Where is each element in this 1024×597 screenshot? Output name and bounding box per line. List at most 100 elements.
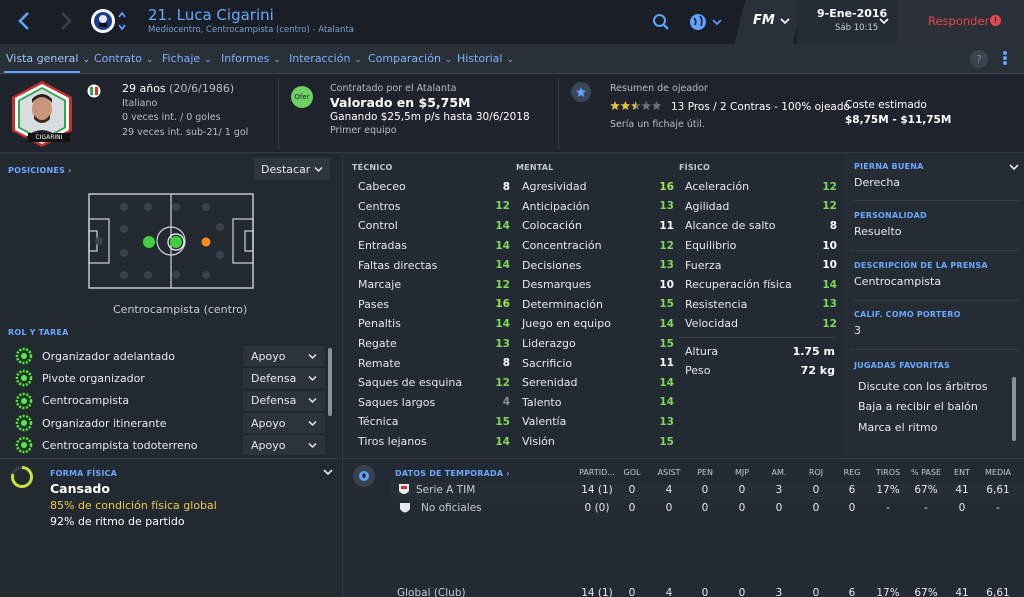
back-arrow-icon[interactable] [12, 8, 36, 34]
attribute-row[interactable]: Fuerza 10 [679, 255, 837, 275]
attribute-row[interactable]: Entradas 14 [352, 236, 510, 256]
role-row[interactable]: Pivote organizador Defensa [14, 367, 325, 389]
attribute-row[interactable]: Serenidad 14 [516, 373, 674, 393]
attribute-row[interactable]: Determinación 15 [516, 295, 674, 315]
attribute-row[interactable]: Equilibrio 10 [679, 236, 837, 256]
club-switch-chevron-icon[interactable] [117, 10, 127, 35]
tab-comparacion[interactable]: Comparación ⌄ [368, 52, 452, 65]
column-header[interactable]: ROJ [796, 468, 836, 477]
highlight-dropdown[interactable]: Destacar [254, 158, 330, 180]
column-header[interactable]: ASIST [649, 468, 689, 477]
attribute-row[interactable]: Agresividad 16 [516, 177, 674, 197]
attribute-row[interactable]: Visión 15 [516, 432, 674, 452]
attribute-name: Anticipación [522, 199, 590, 213]
attribute-row[interactable]: Liderazgo 15 [516, 334, 674, 354]
column-header[interactable]: GOL [612, 468, 652, 477]
tab-informes[interactable]: Informes ⌄ [221, 52, 281, 65]
attribute-row[interactable]: Técnica 15 [352, 412, 510, 432]
attribute-row[interactable]: Valentía 13 [516, 412, 674, 432]
divider [850, 300, 1020, 301]
search-icon[interactable] [649, 10, 673, 34]
fitness-title: FORMA FÍSICA [50, 469, 118, 478]
column-header[interactable]: MEDIA [978, 468, 1018, 477]
role-row[interactable]: Centrocampista Defensa [14, 390, 325, 412]
favourites-scrollbar[interactable] [1012, 377, 1016, 441]
role-duty-dropdown[interactable]: Apoyo [243, 346, 325, 367]
attribute-row[interactable]: Velocidad 12 [679, 314, 837, 334]
table-cell: 6 [848, 484, 856, 496]
column-header[interactable]: AM. [759, 468, 799, 477]
fm-menu-chevron-icon[interactable] [780, 15, 790, 28]
world-menu-icon[interactable] [688, 10, 726, 34]
attribute-row[interactable]: Colocación 11 [516, 216, 674, 236]
forward-arrow-icon[interactable] [54, 8, 78, 34]
divider [850, 250, 1020, 251]
weight-row: Peso 72 kg [685, 364, 835, 377]
attribute-row[interactable]: Remate 8 [352, 353, 510, 373]
attribute-name: Fuerza [685, 258, 722, 272]
tab-contrato[interactable]: Contrato ⌄ [94, 52, 154, 65]
attribute-row[interactable]: Decisiones 13 [516, 255, 674, 275]
column-header[interactable]: ENT [942, 468, 982, 477]
competition-name[interactable]: Serie A TIM [416, 484, 475, 496]
tab-interaccion[interactable]: Interacción ⌄ [289, 52, 362, 65]
attribute-name: Desmarques [522, 278, 592, 292]
tab-historial[interactable]: Historial ⌄ [457, 52, 514, 65]
column-header[interactable]: PEN [685, 468, 725, 477]
roles-scrollbar[interactable] [328, 348, 332, 416]
attribute-row[interactable]: Juego en equipo 14 [516, 314, 674, 334]
help-button[interactable]: ? [970, 50, 988, 68]
attribute-row[interactable]: Alcance de salto 8 [679, 216, 837, 236]
attribute-row[interactable]: Faltas directas 14 [352, 255, 510, 275]
attribute-row[interactable]: Marcaje 12 [352, 275, 510, 295]
column-header[interactable]: MJP [722, 468, 762, 477]
positions-title[interactable]: POSICIONES › [8, 166, 71, 175]
attribute-value: 14 [495, 259, 510, 272]
attribute-row[interactable]: Penaltis 14 [352, 314, 510, 334]
attribute-row[interactable]: Saques largos 4 [352, 393, 510, 413]
column-header[interactable]: REG [832, 468, 872, 477]
role-row[interactable]: Centrocampista todoterreno Apoyo [14, 434, 325, 456]
attribute-row[interactable]: Agilidad 12 [679, 197, 837, 217]
total-cell: 6 [848, 587, 856, 597]
attribute-row[interactable]: Sacrificio 11 [516, 353, 674, 373]
side-collapse-icon[interactable] [1009, 161, 1019, 174]
column-header[interactable]: TIROS [868, 468, 908, 477]
attribute-row[interactable]: Desmarques 10 [516, 275, 674, 295]
attribute-row[interactable]: Regate 13 [352, 334, 510, 354]
player-u21-caps: 29 veces int. sub-21/ 1 gol [122, 127, 249, 138]
tab-fichaje[interactable]: Fichaje ⌄ [162, 52, 212, 65]
competition-name[interactable]: No oficiales [421, 502, 482, 514]
role-row[interactable]: Organizador itinerante Apoyo [14, 412, 325, 434]
attribute-row[interactable]: Control 14 [352, 216, 510, 236]
role-duty-dropdown[interactable]: Apoyo [243, 435, 325, 456]
role-duty-dropdown[interactable]: Apoyo [243, 413, 325, 434]
role-duty-dropdown[interactable]: Defensa [243, 368, 325, 389]
attribute-name: Aceleración [685, 180, 750, 194]
attribute-row[interactable]: Pases 16 [352, 295, 510, 315]
reply-button-label[interactable]: Responder [928, 14, 989, 28]
attribute-row[interactable]: Concentración 12 [516, 236, 674, 256]
attribute-row[interactable]: Talento 14 [516, 393, 674, 413]
table-cell: 4 [665, 484, 673, 496]
attribute-row[interactable]: Saques de esquina 12 [352, 373, 510, 393]
club-badge-icon[interactable] [88, 6, 118, 36]
attribute-row[interactable]: Aceleración 12 [679, 177, 837, 197]
role-duty-dropdown[interactable]: Defensa [243, 390, 325, 411]
date-chevron-icon[interactable] [879, 15, 889, 28]
attribute-row[interactable]: Recuperación física 14 [679, 275, 837, 295]
attribute-row[interactable]: Resistencia 13 [679, 295, 837, 315]
player-age: 29 años (20/6/1986) [122, 82, 235, 95]
role-row[interactable]: Organizador adelantado Apoyo [14, 345, 325, 367]
column-header[interactable]: PARTID... [577, 468, 617, 477]
tab-vista-general[interactable]: Vista general ⌄ [6, 52, 90, 65]
more-options-icon[interactable] [1003, 56, 1007, 60]
attribute-row[interactable]: Anticipación 13 [516, 197, 674, 217]
attribute-row[interactable]: Tiros lejanos 14 [352, 432, 510, 452]
attribute-row[interactable]: Centros 12 [352, 197, 510, 217]
column-header[interactable]: % PASE [906, 468, 946, 477]
season-stats-title[interactable]: DATOS DE TEMPORADA › [395, 469, 510, 478]
fitness-collapse-icon[interactable] [323, 466, 333, 479]
fm-logo[interactable]: FM [753, 13, 775, 28]
attribute-row[interactable]: Cabeceo 8 [352, 177, 510, 197]
